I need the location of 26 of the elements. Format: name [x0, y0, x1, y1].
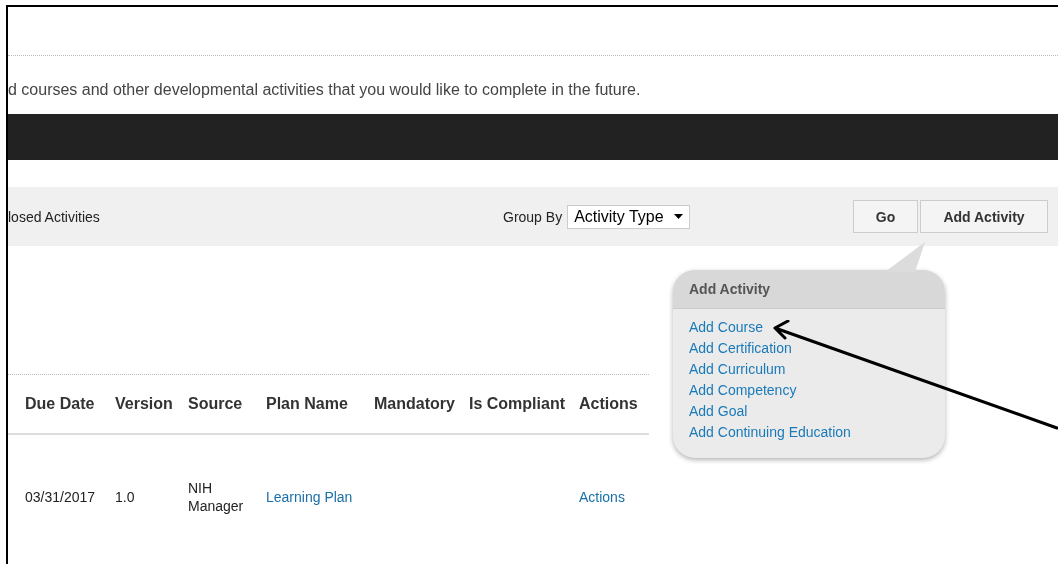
go-button[interactable]: Go: [853, 200, 918, 233]
column-header: Plan Name: [266, 395, 349, 413]
table-cell: NIH Manager: [188, 480, 244, 514]
caret-icon: [673, 214, 683, 219]
menu-link[interactable]: Add Competency: [689, 380, 797, 401]
table-cell: 1.0: [115, 489, 135, 505]
column-header: Version: [115, 395, 174, 413]
column-header: Due Date: [25, 395, 96, 413]
table-link[interactable]: Actions: [579, 489, 625, 505]
column-header: Source: [188, 395, 244, 413]
column-header: Is Compliant: [469, 395, 566, 413]
table-cell: 03/31/2017: [25, 489, 96, 505]
column-header: Actions: [579, 395, 639, 413]
intro-text: d courses and other developmental activities that you would like to complete in the future.: [8, 80, 642, 100]
menu-link[interactable]: Add Goal: [689, 401, 748, 422]
group-by-label: Group By: [503, 208, 563, 225]
add-activity-button[interactable]: Add Activity: [920, 200, 1048, 233]
filter-label: losed Activities: [8, 208, 101, 225]
group-by-dropdown[interactable]: Activity Type: [567, 204, 690, 229]
column-header: Mandatory: [374, 395, 456, 413]
menu-link[interactable]: Add Continuing Education: [689, 422, 851, 443]
menu-link[interactable]: Add Certification: [689, 338, 792, 359]
popup-title: Add Activity: [673, 270, 945, 309]
table-link[interactable]: Learning Plan: [266, 489, 353, 505]
menu-link[interactable]: Add Course: [689, 317, 763, 338]
menu-link[interactable]: Add Curriculum: [689, 359, 786, 380]
